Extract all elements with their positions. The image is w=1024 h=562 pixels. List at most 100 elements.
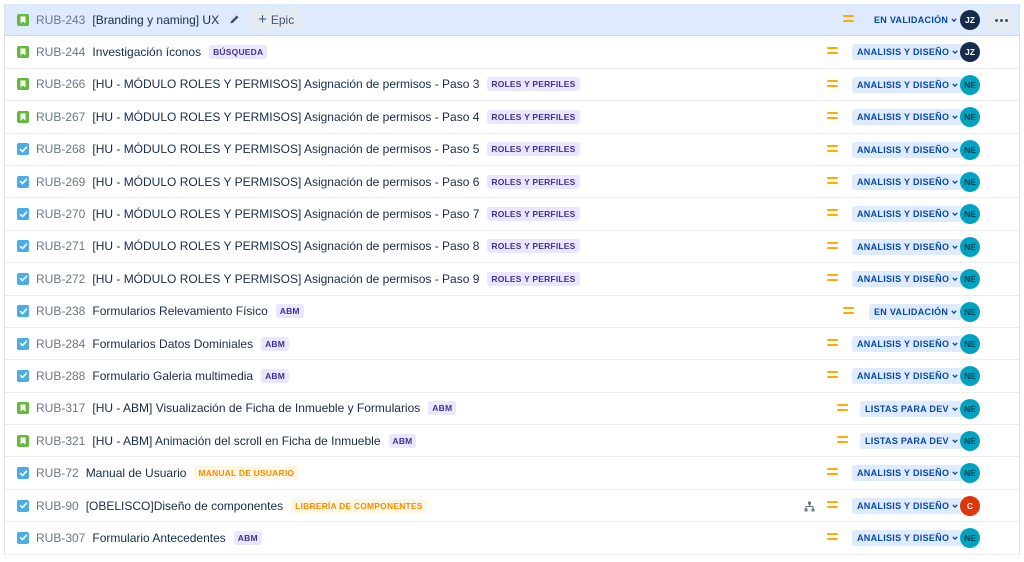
assignee-avatar[interactable]: NE: [960, 269, 980, 290]
assignee-avatar[interactable]: NE: [960, 366, 980, 387]
issue-summary[interactable]: [HU - MÓDULO ROLES Y PERMISOS] Asignació…: [92, 77, 479, 91]
issue-row[interactable]: RUB-244 Investigación íconos BÚSQUEDA ANALI…: [5, 36, 1019, 69]
issue-key[interactable]: RUB-284: [36, 337, 85, 351]
status-dropdown[interactable]: ANALISIS Y DISEÑO: [852, 497, 964, 514]
status-dropdown[interactable]: LISTAS PARA DEV: [860, 433, 963, 450]
status-dropdown[interactable]: ANALISIS Y DISEÑO: [852, 335, 964, 352]
issue-summary[interactable]: [HU - ABM] Visualización de Ficha de Inm…: [92, 401, 420, 415]
issue-key[interactable]: RUB-243: [36, 13, 85, 27]
issue-key[interactable]: RUB-238: [36, 304, 85, 318]
assignee-avatar[interactable]: NE: [960, 528, 980, 549]
issue-key[interactable]: RUB-307: [36, 531, 85, 545]
priority-medium-icon: [837, 436, 848, 446]
issue-summary[interactable]: Manual de Usuario: [86, 466, 187, 480]
status-dropdown[interactable]: ANALISIS Y DISEÑO: [852, 141, 964, 158]
assignee-avatar[interactable]: JZ: [960, 10, 980, 30]
status-dropdown[interactable]: EN VALIDACIÓN: [869, 12, 962, 28]
issue-row[interactable]: RUB-307 Formulario Antecedentes ABM ANALISI…: [5, 522, 1019, 555]
issue-row[interactable]: RUB-238 Formularios Relevamiento Físico AB…: [5, 296, 1019, 328]
issue-key[interactable]: RUB-271: [36, 239, 85, 253]
status-dropdown[interactable]: EN VALIDACIÓN: [869, 303, 963, 320]
priority-medium-icon: [827, 241, 838, 252]
status-dropdown[interactable]: ANALISIS Y DISEÑO: [852, 271, 964, 288]
status-dropdown[interactable]: ANALISIS Y DISEÑO: [852, 76, 964, 93]
issue-summary[interactable]: Formularios Relevamiento Físico: [92, 304, 267, 318]
child-issues-icon[interactable]: [804, 501, 815, 515]
issue-summary[interactable]: Formulario Galeria multimedia: [92, 369, 253, 383]
status-dropdown[interactable]: ANALISIS Y DISEÑO: [852, 238, 964, 255]
issue-key[interactable]: RUB-267: [36, 110, 85, 124]
issue-key[interactable]: RUB-72: [36, 466, 79, 480]
pencil-icon[interactable]: [229, 14, 240, 25]
assignee-avatar[interactable]: NE: [960, 74, 980, 95]
status-dropdown[interactable]: ANALISIS Y DISEÑO: [852, 368, 964, 385]
status-dropdown[interactable]: LISTAS PARA DEV: [860, 400, 963, 417]
more-actions-button[interactable]: [988, 8, 1014, 32]
story-bookmark-icon: [17, 110, 29, 123]
issue-summary[interactable]: [HU - MÓDULO ROLES Y PERMISOS] Asignació…: [92, 239, 479, 253]
issue-summary[interactable]: [HU - MÓDULO ROLES Y PERMISOS] Asignació…: [92, 110, 479, 124]
issue-key[interactable]: RUB-244: [36, 45, 85, 59]
issue-summary[interactable]: [HU - MÓDULO ROLES Y PERMISOS] Asignació…: [92, 207, 479, 221]
add-epic-button[interactable]: + Epic: [250, 9, 303, 30]
assignee-avatar[interactable]: NE: [960, 236, 980, 257]
issue-summary[interactable]: Formularios Datos Dominiales: [92, 337, 253, 351]
status-dropdown[interactable]: ANALISIS Y DISEÑO: [852, 173, 964, 190]
issue-row[interactable]: RUB-288 Formulario Galeria multimedia ABM A…: [5, 360, 1019, 393]
assignee-avatar[interactable]: C: [960, 495, 980, 516]
issue-label: ROLES Y PERFILES: [487, 109, 580, 124]
issue-key[interactable]: RUB-288: [36, 369, 85, 383]
assignee-avatar[interactable]: NE: [960, 204, 980, 225]
assignee-avatar[interactable]: NE: [960, 139, 980, 160]
issue-row[interactable]: RUB-270 [HU - MÓDULO ROLES Y PERMISOS] As…: [5, 198, 1019, 231]
issue-summary[interactable]: [HU - MÓDULO ROLES Y PERMISOS] Asignació…: [92, 272, 479, 286]
assignee-avatar[interactable]: NE: [960, 107, 980, 128]
issue-row[interactable]: RUB-90 [OBELISCO]Diseño de componentes LIB…: [5, 490, 1019, 523]
issue-summary[interactable]: [HU - ABM] Animación del scroll en Ficha…: [92, 434, 380, 448]
issue-key[interactable]: RUB-269: [36, 175, 85, 189]
issue-key[interactable]: RUB-272: [36, 272, 85, 286]
assignee-avatar[interactable]: NE: [960, 301, 980, 322]
issue-key[interactable]: RUB-270: [36, 207, 85, 221]
issue-summary[interactable]: [HU - MÓDULO ROLES Y PERMISOS] Asignació…: [92, 142, 479, 156]
assignee-avatar[interactable]: JZ: [960, 42, 980, 63]
issue-row[interactable]: RUB-266 [HU - MÓDULO ROLES Y PERMISOS] As…: [5, 69, 1019, 102]
assignee-avatar[interactable]: NE: [960, 398, 980, 419]
assignee-avatar[interactable]: NE: [960, 333, 980, 354]
issue-row[interactable]: RUB-269 [HU - MÓDULO ROLES Y PERMISOS] As…: [5, 166, 1019, 199]
issue-row[interactable]: RUB-243 [Branding y naming] UX + Epic EN VAL…: [5, 4, 1019, 37]
assignee-avatar[interactable]: NE: [960, 431, 980, 452]
issue-row[interactable]: RUB-284 Formularios Datos Dominiales ABM AN…: [5, 328, 1019, 361]
chevron-down-icon: [952, 147, 958, 152]
status-dropdown[interactable]: ANALISIS Y DISEÑO: [852, 109, 964, 126]
status-dropdown[interactable]: ANALISIS Y DISEÑO: [852, 206, 964, 223]
issue-key[interactable]: RUB-90: [36, 499, 79, 513]
status-dropdown[interactable]: ANALISIS Y DISEÑO: [852, 465, 964, 482]
assignee-avatar[interactable]: NE: [960, 171, 980, 192]
issue-summary[interactable]: [HU - MÓDULO ROLES Y PERMISOS] Asignació…: [92, 175, 479, 189]
chevron-down-icon: [952, 245, 958, 249]
task-checkbox-icon: [17, 143, 29, 156]
issue-key[interactable]: RUB-317: [36, 401, 85, 415]
issue-summary[interactable]: [OBELISCO]Diseño de componentes: [86, 499, 283, 513]
status-dropdown[interactable]: ANALISIS Y DISEÑO: [852, 44, 964, 61]
issue-row[interactable]: RUB-268 [HU - MÓDULO ROLES Y PERMISOS] As…: [5, 134, 1019, 166]
issue-key[interactable]: RUB-321: [36, 434, 85, 448]
issue-row[interactable]: RUB-272 [HU - MÓDULO ROLES Y PERMISOS] As…: [5, 263, 1019, 296]
status-dropdown[interactable]: ANALISIS Y DISEÑO: [852, 530, 964, 547]
issue-label: MANUAL DE USUARIO: [194, 466, 299, 481]
issue-row[interactable]: RUB-317 [HU - ABM] Visualización de Ficha…: [5, 393, 1019, 426]
status-label: LISTAS PARA DEV: [865, 436, 949, 447]
issue-row[interactable]: RUB-321 [HU - ABM] Animación del scroll e…: [5, 425, 1019, 458]
issue-row[interactable]: RUB-72 Manual de Usuario MANUAL DE USUARIO…: [5, 457, 1019, 490]
issue-key[interactable]: RUB-266: [36, 77, 85, 91]
issue-row[interactable]: RUB-271 [HU - MÓDULO ROLES Y PERMISOS] As…: [5, 231, 1019, 264]
assignee-avatar[interactable]: NE: [960, 463, 980, 484]
task-checkbox-icon: [17, 369, 29, 382]
issue-summary[interactable]: Formulario Antecedentes: [92, 531, 225, 545]
issue-summary[interactable]: Investigación íconos: [92, 45, 201, 59]
status-label: ANALISIS Y DISEÑO: [857, 209, 950, 220]
issue-summary[interactable]: [Branding y naming] UX: [92, 13, 219, 27]
issue-key[interactable]: RUB-268: [36, 142, 85, 156]
issue-row[interactable]: RUB-267 [HU - MÓDULO ROLES Y PERMISOS] As…: [5, 101, 1019, 134]
